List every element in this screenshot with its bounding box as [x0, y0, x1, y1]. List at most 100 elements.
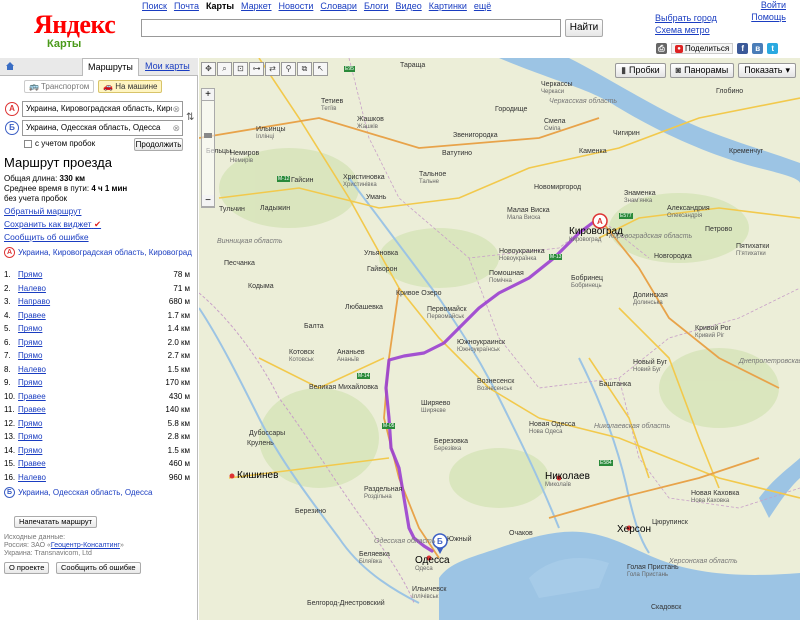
step-action[interactable]: Прямо	[18, 338, 168, 347]
service-link[interactable]: Карты	[206, 1, 234, 11]
city-label[interactable]: Голая Пристань	[627, 564, 679, 571]
city-label[interactable]: Бобринец	[571, 275, 603, 282]
tab-routes[interactable]: Маршруты	[82, 58, 139, 76]
report-error-link[interactable]: Сообщить об ошибке	[4, 231, 101, 244]
logo-subtitle[interactable]: Карты	[47, 38, 81, 50]
city-label[interactable]: Петрово	[705, 226, 732, 233]
service-link[interactable]: Маркет	[241, 1, 271, 11]
city-label[interactable]: Херсон	[617, 524, 651, 535]
yandex-logo[interactable]: Яндекс	[34, 10, 116, 40]
route-tool-icon[interactable]: ⇄	[265, 62, 280, 76]
route-start[interactable]: A Украина, Кировоградская область, Кирово…	[4, 247, 192, 258]
share-button[interactable]: ● Поделиться	[671, 43, 734, 54]
route-step[interactable]: 8. Налево 1.5 км	[4, 363, 190, 377]
service-link[interactable]: Блоги	[364, 1, 388, 11]
city-label[interactable]: Вознесенск	[477, 378, 514, 385]
city-label[interactable]: Кривой Рог	[695, 325, 731, 332]
route-step[interactable]: 4. Правее 1.7 км	[4, 309, 190, 323]
magnifier-tool-icon[interactable]: ⌕	[217, 62, 232, 76]
print-route-button[interactable]: Напечатать маршрут	[14, 516, 98, 528]
route-step[interactable]: 11. Правее 140 км	[4, 403, 190, 417]
step-action[interactable]: Правее	[18, 392, 169, 401]
step-action[interactable]: Направо	[18, 297, 169, 306]
city-label[interactable]: Александрия	[667, 205, 710, 212]
route-end[interactable]: Б Украина, Одесская область, Одесса	[4, 487, 152, 498]
step-action[interactable]: Правее	[18, 405, 165, 414]
city-label[interactable]: Гайсин	[291, 177, 313, 184]
city-label[interactable]: Новая Одесса	[529, 421, 575, 428]
city-label[interactable]: Баштанка	[599, 381, 631, 388]
help-link[interactable]: Помощь	[751, 12, 786, 22]
point-a-input[interactable]: Украина, Кировоградская область, Киров ⊗	[22, 101, 183, 117]
city-label[interactable]: Кишинев	[237, 470, 278, 481]
print-icon[interactable]: ⎙	[656, 43, 667, 54]
city-label[interactable]: Новоукраинка	[499, 248, 545, 255]
city-label[interactable]: Кривое Озеро	[396, 290, 442, 297]
extend-route-button[interactable]: Продолжить	[134, 138, 183, 151]
city-label[interactable]: Ильичевск	[412, 586, 446, 593]
city-label[interactable]: Беляевка	[359, 551, 390, 558]
step-action[interactable]: Прямо	[18, 419, 168, 428]
route-step[interactable]: 12. Прямо 5.8 км	[4, 417, 190, 431]
city-label[interactable]: Тетиев	[321, 98, 343, 105]
step-action[interactable]: Правее	[18, 311, 168, 320]
traffic-checkbox[interactable]: с учетом пробок	[24, 139, 95, 148]
route-step[interactable]: 14. Прямо 1.5 км	[4, 444, 190, 458]
city-label[interactable]: Одесса	[415, 555, 450, 566]
city-label[interactable]: Новомиргород	[534, 184, 581, 191]
city-label[interactable]: Глобино	[716, 88, 743, 95]
city-label[interactable]: Новгородка	[654, 253, 692, 260]
city-label[interactable]: Малая Виска	[507, 207, 550, 214]
geocenter-link[interactable]: Геоцентр-Консалтинг	[51, 542, 120, 549]
service-link[interactable]: ещё	[474, 1, 491, 11]
route-step[interactable]: 2. Налево 71 м	[4, 282, 190, 296]
city-label[interactable]: Смела	[544, 118, 566, 125]
city-label[interactable]: Березовка	[434, 438, 468, 445]
tab-my-maps[interactable]: Мои карты	[145, 58, 190, 76]
checkbox-box[interactable]	[24, 139, 32, 148]
city-label[interactable]: Белгород-Днестровский	[307, 600, 385, 607]
route-step[interactable]: 9. Прямо 170 км	[4, 376, 190, 390]
city-label[interactable]: Кодыма	[248, 283, 274, 290]
city-label[interactable]: Ильинцы	[256, 126, 286, 133]
route-step[interactable]: 1. Прямо 78 м	[4, 268, 190, 282]
save-widget-link[interactable]: Сохранить как виджет ✔	[4, 218, 101, 231]
city-label[interactable]: Балта	[304, 323, 324, 330]
vkontakte-icon[interactable]: в	[752, 43, 764, 54]
city-label[interactable]: Великая Михайловка	[309, 384, 378, 391]
city-label[interactable]: Каменка	[579, 148, 607, 155]
city-label[interactable]: Тальное	[419, 171, 446, 178]
city-label[interactable]: Тараща	[400, 62, 425, 69]
step-action[interactable]: Прямо	[18, 446, 168, 455]
city-label[interactable]: Николаев	[545, 471, 590, 482]
service-link[interactable]: Новости	[279, 1, 314, 11]
clear-b-icon[interactable]: ⊗	[172, 121, 180, 135]
pin-tool-icon[interactable]: ⚲	[281, 62, 296, 76]
mode-car[interactable]: 🚗 На машине	[98, 80, 163, 93]
city-label[interactable]: Новый Буг	[633, 359, 667, 366]
clear-a-icon[interactable]: ⊗	[172, 102, 180, 116]
metro-map-link[interactable]: Схема метро	[655, 24, 717, 36]
city-label[interactable]: Южноукраинск	[457, 339, 505, 346]
city-label[interactable]: Городище	[495, 106, 527, 113]
city-label[interactable]: Ширяево	[421, 400, 450, 407]
step-action[interactable]: Налево	[18, 284, 173, 293]
step-action[interactable]: Прямо	[18, 351, 168, 360]
city-label[interactable]: Помошная	[489, 270, 524, 277]
route-step[interactable]: 6. Прямо 2.0 км	[4, 336, 190, 350]
ruler-tool-icon[interactable]: ⊶	[249, 62, 264, 76]
service-link[interactable]: Поиск	[142, 1, 167, 11]
city-label[interactable]: Христиновка	[343, 174, 385, 181]
reverse-route-link[interactable]: Обратный маршрут	[4, 205, 101, 218]
city-label[interactable]: Скадовск	[651, 604, 681, 611]
route-step[interactable]: 5. Прямо 1.4 км	[4, 322, 190, 336]
step-action[interactable]: Прямо	[18, 324, 168, 333]
map-view[interactable]: A Б Кировоград Кировоград Одесса Одеса Никол…	[199, 58, 800, 620]
search-input[interactable]	[141, 19, 561, 37]
city-label[interactable]: Раздельная	[364, 486, 402, 493]
city-label[interactable]: Котовск	[289, 349, 314, 356]
mode-transport[interactable]: 🚌 Транспортом	[24, 80, 95, 93]
traffic-button[interactable]: ▮ Пробки	[615, 63, 666, 78]
city-label[interactable]: Новая Каховка	[691, 490, 739, 497]
zoom-in-icon[interactable]: +	[202, 89, 214, 101]
